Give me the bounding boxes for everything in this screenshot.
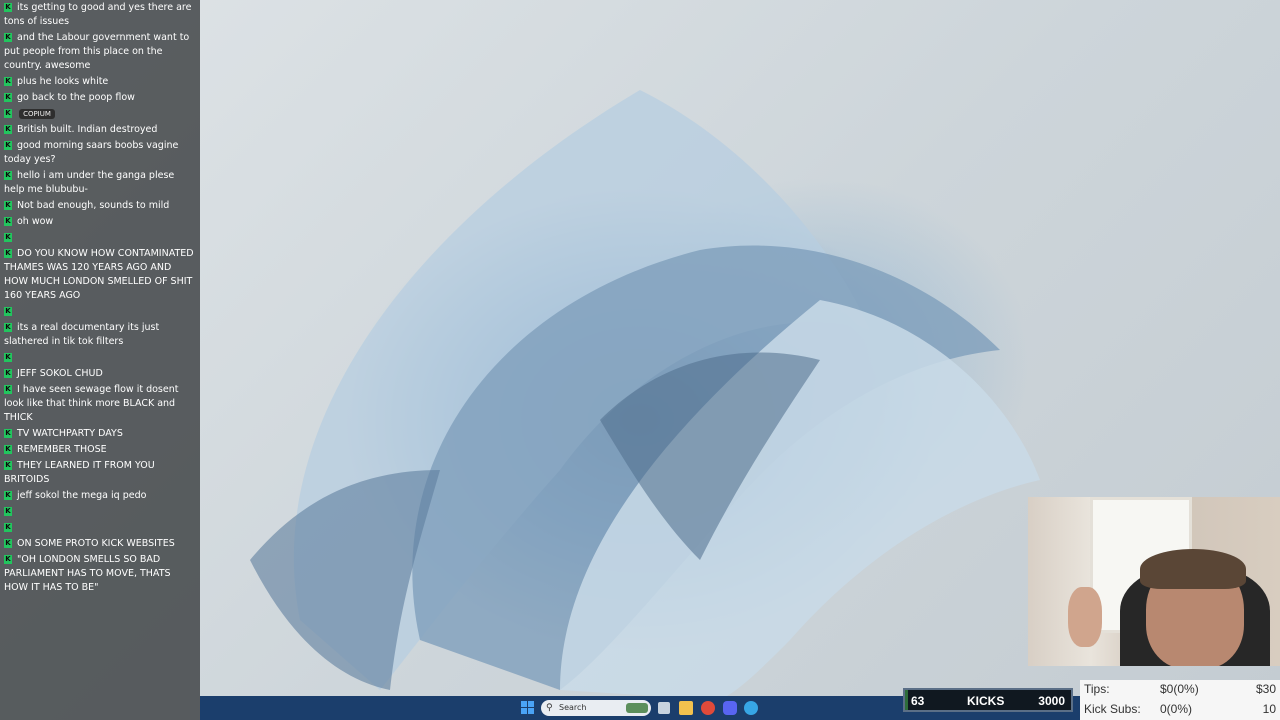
kick-badge-icon: K <box>4 109 12 118</box>
chat-message: K TV WATCHPARTY DAYS <box>0 426 200 442</box>
chat-message: K DO YOU KNOW HOW CONTAMINATED THAMES WAS… <box>0 246 200 304</box>
chat-message: Kits getting to good and yes there are t… <box>0 0 200 30</box>
kick-badge-icon: K <box>4 445 12 454</box>
chat-message: K <box>0 504 200 520</box>
kick-badge-icon: K <box>4 3 12 12</box>
kick-badge-icon: K <box>4 555 12 564</box>
chat-message: K <box>0 230 200 246</box>
chat-text: jeff sokol the mega iq pedo <box>17 490 147 501</box>
chrome-icon[interactable] <box>701 701 715 715</box>
chat-message: K "OH LONDON SMELLS SO BAD PARLIAMENT HAS… <box>0 552 200 596</box>
kicks-goal-bar: 63 KICKS 3000 <box>903 688 1073 712</box>
kick-badge-icon: K <box>4 353 12 362</box>
kicks-current: 63 <box>911 694 925 708</box>
kick-badge-icon: K <box>4 233 12 242</box>
kick-badge-icon: K <box>4 491 12 500</box>
subs-row: Kick Subs: 0(0%) 10 <box>1084 702 1276 720</box>
chat-message: Khello i am under the ganga plese help m… <box>0 168 200 198</box>
chat-text: and the Labour government want to put pe… <box>4 32 190 71</box>
tips-row: Tips: $0(0%) $30 <box>1084 682 1276 700</box>
chat-message: K <box>0 520 200 536</box>
chat-text: British built. Indian destroyed <box>17 124 158 135</box>
chat-text: ON SOME PROTO KICK WEBSITES <box>17 538 175 549</box>
webcam-cap <box>1140 549 1246 589</box>
kick-badge-icon: K <box>4 429 12 438</box>
chat-message: K THEY LEARNED IT FROM YOU BRITOIDS <box>0 458 200 488</box>
kick-badge-icon: K <box>4 523 12 532</box>
chat-text: DO YOU KNOW HOW CONTAMINATED THAMES WAS … <box>4 248 194 301</box>
kick-badge-icon: K <box>4 141 12 150</box>
chat-message: KI have seen sewage flow it dosent look … <box>0 382 200 426</box>
chat-message: Kand the Labour government want to put p… <box>0 30 200 74</box>
kick-badge-icon: K <box>4 385 12 394</box>
chat-message: K REMEMBER THOSE <box>0 442 200 458</box>
tips-panel: Tips: $0(0%) $30 Kick Subs: 0(0%) 10 <box>1080 680 1280 720</box>
kick-badge-icon: K <box>4 217 12 226</box>
chat-message: Kjeff sokol the mega iq pedo <box>0 488 200 504</box>
subs-label: Kick Subs: <box>1084 702 1141 716</box>
chat-message: K <box>0 304 200 320</box>
chat-text: good morning saars boobs vagine today ye… <box>4 140 179 165</box>
kick-badge-icon: K <box>4 369 12 378</box>
chat-text: JEFF SOKOL CHUD <box>17 368 103 379</box>
subs-goal: 10 <box>1262 702 1276 716</box>
kick-badge-icon: K <box>4 33 12 42</box>
kick-badge-icon: K <box>4 461 12 470</box>
kick-badge-icon: K <box>4 77 12 86</box>
tips-value: $0(0%) <box>1160 682 1199 696</box>
chat-text: oh wow <box>17 216 54 227</box>
tips-goal: $30 <box>1255 682 1276 696</box>
chat-message: Koh wow <box>0 214 200 230</box>
kick-badge-icon: K <box>4 323 12 332</box>
discord-icon[interactable] <box>723 701 737 715</box>
chat-emote: COPIUM <box>19 108 55 119</box>
search-highlight-icon <box>626 703 648 713</box>
chat-text: plus he looks white <box>17 76 109 87</box>
search-placeholder: Search <box>559 703 587 712</box>
chat-message: Kits a real documentary its just slather… <box>0 320 200 350</box>
chat-text: its a real documentary its just slathere… <box>4 322 160 347</box>
kicks-progress-fill <box>905 690 909 710</box>
chat-message: K <box>0 350 200 366</box>
chat-text: "OH LONDON SMELLS SO BAD PARLIAMENT HAS … <box>4 554 171 593</box>
file-explorer-icon[interactable] <box>679 701 693 715</box>
chat-text: Not bad enough, sounds to mild <box>17 200 170 211</box>
chat-message: Kplus he looks white <box>0 74 200 90</box>
kick-badge-icon: K <box>4 307 12 316</box>
chat-message: K JEFF SOKOL CHUD <box>0 366 200 382</box>
kick-badge-icon: K <box>4 171 12 180</box>
search-icon: ⚲ <box>546 703 553 713</box>
chat-message: K ON SOME PROTO KICK WEBSITES <box>0 536 200 552</box>
chat-text: REMEMBER THOSE <box>17 444 107 455</box>
chat-text: THEY LEARNED IT FROM YOU BRITOIDS <box>4 460 155 485</box>
kick-badge-icon: K <box>4 507 12 516</box>
taskbar-search[interactable]: ⚲ Search <box>541 700 651 716</box>
chat-message: K British built. Indian destroyed <box>0 122 200 138</box>
webcam-hand <box>1068 587 1102 647</box>
webcam-feed <box>1028 497 1280 666</box>
start-button[interactable] <box>521 701 535 715</box>
kick-badge-icon: K <box>4 249 12 258</box>
kick-badge-icon: K <box>4 93 12 102</box>
subs-value: 0(0%) <box>1160 702 1193 716</box>
chat-message: K COPIUM <box>0 106 200 122</box>
chat-overlay: Kits getting to good and yes there are t… <box>0 0 200 720</box>
kicks-label: KICKS <box>967 694 1005 708</box>
chat-text: TV WATCHPARTY DAYS <box>17 428 123 439</box>
chat-text: I have seen sewage flow it dosent look l… <box>4 384 179 423</box>
chat-message: Kgo back to the poop flow <box>0 90 200 106</box>
chat-message: Kgood morning saars boobs vagine today y… <box>0 138 200 168</box>
kick-badge-icon: K <box>4 539 12 548</box>
chat-text: go back to the poop flow <box>17 92 135 103</box>
chat-message: K Not bad enough, sounds to mild <box>0 198 200 214</box>
kick-badge-icon: K <box>4 125 12 134</box>
chat-text: its getting to good and yes there are to… <box>4 2 192 27</box>
chat-text: hello i am under the ganga plese help me… <box>4 170 175 195</box>
task-view-icon[interactable] <box>658 702 670 714</box>
app-icon[interactable] <box>744 701 758 715</box>
kick-badge-icon: K <box>4 201 12 210</box>
kicks-goal: 3000 <box>1038 694 1065 708</box>
tips-label: Tips: <box>1084 682 1110 696</box>
